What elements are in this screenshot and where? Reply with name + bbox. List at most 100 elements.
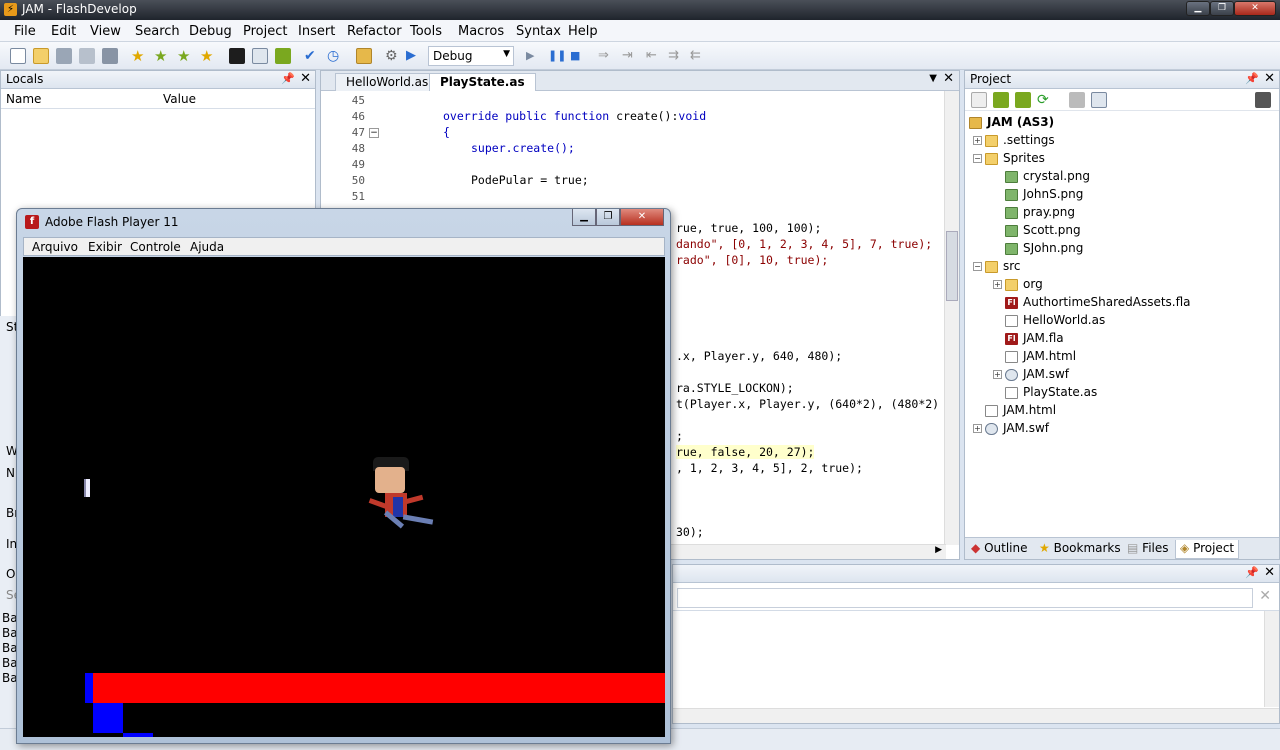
continue-icon[interactable]: ▶ [526, 48, 542, 64]
tree-item--settings[interactable]: + .settings [973, 133, 1055, 147]
step-into-icon[interactable]: ⇥ [622, 48, 638, 64]
close-button[interactable]: ✕ [1234, 1, 1276, 16]
tree-item-johns-png[interactable]: JohnS.png [993, 187, 1083, 201]
tab-outline[interactable]: ◆ Outline [967, 540, 1031, 559]
flash-minimize-button[interactable]: ▁ [572, 209, 596, 226]
indent-icon[interactable]: ⇉ [668, 48, 684, 64]
new-file-icon[interactable] [10, 48, 26, 64]
configuration-select[interactable]: Debug ▼ [428, 46, 514, 66]
command-prompt-icon[interactable] [229, 48, 245, 64]
column-value[interactable]: Value [163, 92, 196, 106]
flash-menu-exibir[interactable]: Exibir [88, 240, 122, 254]
flash-menu-ajuda[interactable]: Ajuda [190, 240, 224, 254]
close-icon[interactable]: ✕ [1264, 565, 1275, 580]
output-search-input[interactable] [677, 588, 1253, 608]
expand-toggle-icon[interactable]: + [973, 136, 982, 145]
tree-item-src[interactable]: − src [973, 259, 1021, 273]
tree-item-scott-png[interactable]: Scott.png [993, 223, 1081, 237]
clock-icon[interactable]: ◷ [327, 48, 343, 64]
scroll-right-icon[interactable]: ▶ [935, 545, 942, 555]
menu-macros[interactable]: Macros [458, 24, 504, 39]
close-icon[interactable]: ✕ [300, 71, 311, 86]
check-syntax-icon[interactable]: ✔ [304, 48, 320, 64]
menu-search[interactable]: Search [135, 24, 180, 39]
pin-icon[interactable]: 📌 [1245, 72, 1259, 85]
menu-edit[interactable]: Edit [51, 24, 76, 39]
stop-icon[interactable]: ■ [570, 48, 586, 64]
menu-file[interactable]: File [14, 24, 36, 39]
clear-bookmarks-icon[interactable]: ★ [200, 48, 216, 64]
close-tab-icon[interactable]: ✕ [943, 71, 954, 86]
tab-bookmarks[interactable]: ★ Bookmarks [1035, 540, 1125, 559]
collapse-icon[interactable] [1069, 92, 1085, 108]
menu-debug[interactable]: Debug [189, 24, 232, 39]
tree-item-helloworld-as[interactable]: HelloWorld.as [993, 313, 1105, 327]
refresh-icon[interactable] [275, 48, 291, 64]
pause-icon[interactable]: ❚❚ [548, 48, 566, 64]
clear-search-icon[interactable]: ✕ [1259, 588, 1271, 604]
tree-item-jam-swf[interactable]: + JAM.swf [993, 367, 1069, 381]
fold-toggle-icon[interactable]: − [369, 128, 379, 138]
settings-icon[interactable]: ⚙ [385, 48, 401, 64]
tree-item-jam-swf[interactable]: + JAM.swf [973, 421, 1049, 435]
expand-toggle-icon[interactable]: − [973, 262, 982, 271]
tree-item-jam-html[interactable]: JAM.html [973, 403, 1056, 417]
tree-item-sjohn-png[interactable]: SJohn.png [993, 241, 1083, 255]
close-icon[interactable]: ✕ [1264, 71, 1275, 86]
vertical-scrollbar[interactable] [944, 91, 959, 545]
tree-item-org[interactable]: + org [993, 277, 1043, 291]
menu-refactor[interactable]: Refactor [347, 24, 402, 39]
build-icon[interactable] [356, 48, 372, 64]
menu-view[interactable]: View [90, 24, 121, 39]
pin-icon[interactable]: 📌 [281, 72, 295, 85]
tree-item-jam-html[interactable]: JAM.html [993, 349, 1076, 363]
bookmark-icon[interactable]: ★ [131, 48, 147, 64]
pin-icon[interactable]: 📌 [1245, 566, 1259, 579]
game-stage[interactable] [23, 257, 665, 737]
open-file-icon[interactable] [33, 48, 49, 64]
expand-toggle-icon[interactable]: + [973, 424, 982, 433]
output-vertical-scrollbar[interactable] [1264, 611, 1279, 707]
flash-menu-controle[interactable]: Controle [130, 240, 181, 254]
tree-item-authortimesharedassets-fla[interactable]: Fl AuthortimeSharedAssets.fla [993, 295, 1191, 309]
prev-bookmark-icon[interactable]: ★ [177, 48, 193, 64]
menu-project[interactable]: Project [243, 24, 287, 39]
properties-icon[interactable] [1255, 92, 1271, 108]
flash-player-window[interactable]: f Adobe Flash Player 11 ▁ ❐ ✕ Arquivo Ex… [16, 208, 671, 744]
view-icon[interactable] [1091, 92, 1107, 108]
flash-maximize-button[interactable]: ❐ [596, 209, 620, 226]
print-icon[interactable] [102, 48, 118, 64]
add-item-icon[interactable] [971, 92, 987, 108]
step-out-icon[interactable]: ⇤ [646, 48, 662, 64]
tab-files[interactable]: ▤ Files [1123, 540, 1173, 559]
tree-item-jam-fla[interactable]: Fl JAM.fla [993, 331, 1064, 345]
expand-toggle-icon[interactable]: + [993, 280, 1002, 289]
add-folder-icon[interactable] [993, 92, 1009, 108]
next-bookmark-icon[interactable]: ★ [154, 48, 170, 64]
project-root[interactable]: JAM (AS3) [969, 115, 1054, 129]
menu-help[interactable]: Help [568, 24, 598, 39]
output-horizontal-scrollbar[interactable] [673, 708, 1279, 723]
tree-item-pray-png[interactable]: pray.png [993, 205, 1075, 219]
menu-insert[interactable]: Insert [298, 24, 335, 39]
outdent-icon[interactable]: ⇇ [690, 48, 706, 64]
refresh-icon[interactable]: ⟳ [1037, 92, 1053, 108]
tree-item-crystal-png[interactable]: crystal.png [993, 169, 1090, 183]
scroll-thumb[interactable] [946, 231, 958, 301]
flash-close-button[interactable]: ✕ [620, 209, 664, 226]
tab-helloworld[interactable]: HelloWorld.as [335, 73, 440, 91]
tab-playstate[interactable]: PlayState.as [429, 73, 536, 91]
maximize-button[interactable]: ❐ [1210, 1, 1234, 16]
run-icon[interactable]: ▶ [406, 48, 422, 64]
tree-item-playstate-as[interactable]: PlayState.as [993, 385, 1097, 399]
layout-icon[interactable] [252, 48, 268, 64]
step-over-icon[interactable]: ⇒ [598, 48, 614, 64]
flash-menu-arquivo[interactable]: Arquivo [32, 240, 78, 254]
expand-toggle-icon[interactable]: + [993, 370, 1002, 379]
expand-toggle-icon[interactable]: − [973, 154, 982, 163]
save-icon[interactable] [56, 48, 72, 64]
tab-list-chevron-icon[interactable]: ▼ [929, 73, 937, 84]
menu-syntax[interactable]: Syntax [516, 24, 561, 39]
minimize-button[interactable]: ▁ [1186, 1, 1210, 16]
save-all-icon[interactable] [79, 48, 95, 64]
